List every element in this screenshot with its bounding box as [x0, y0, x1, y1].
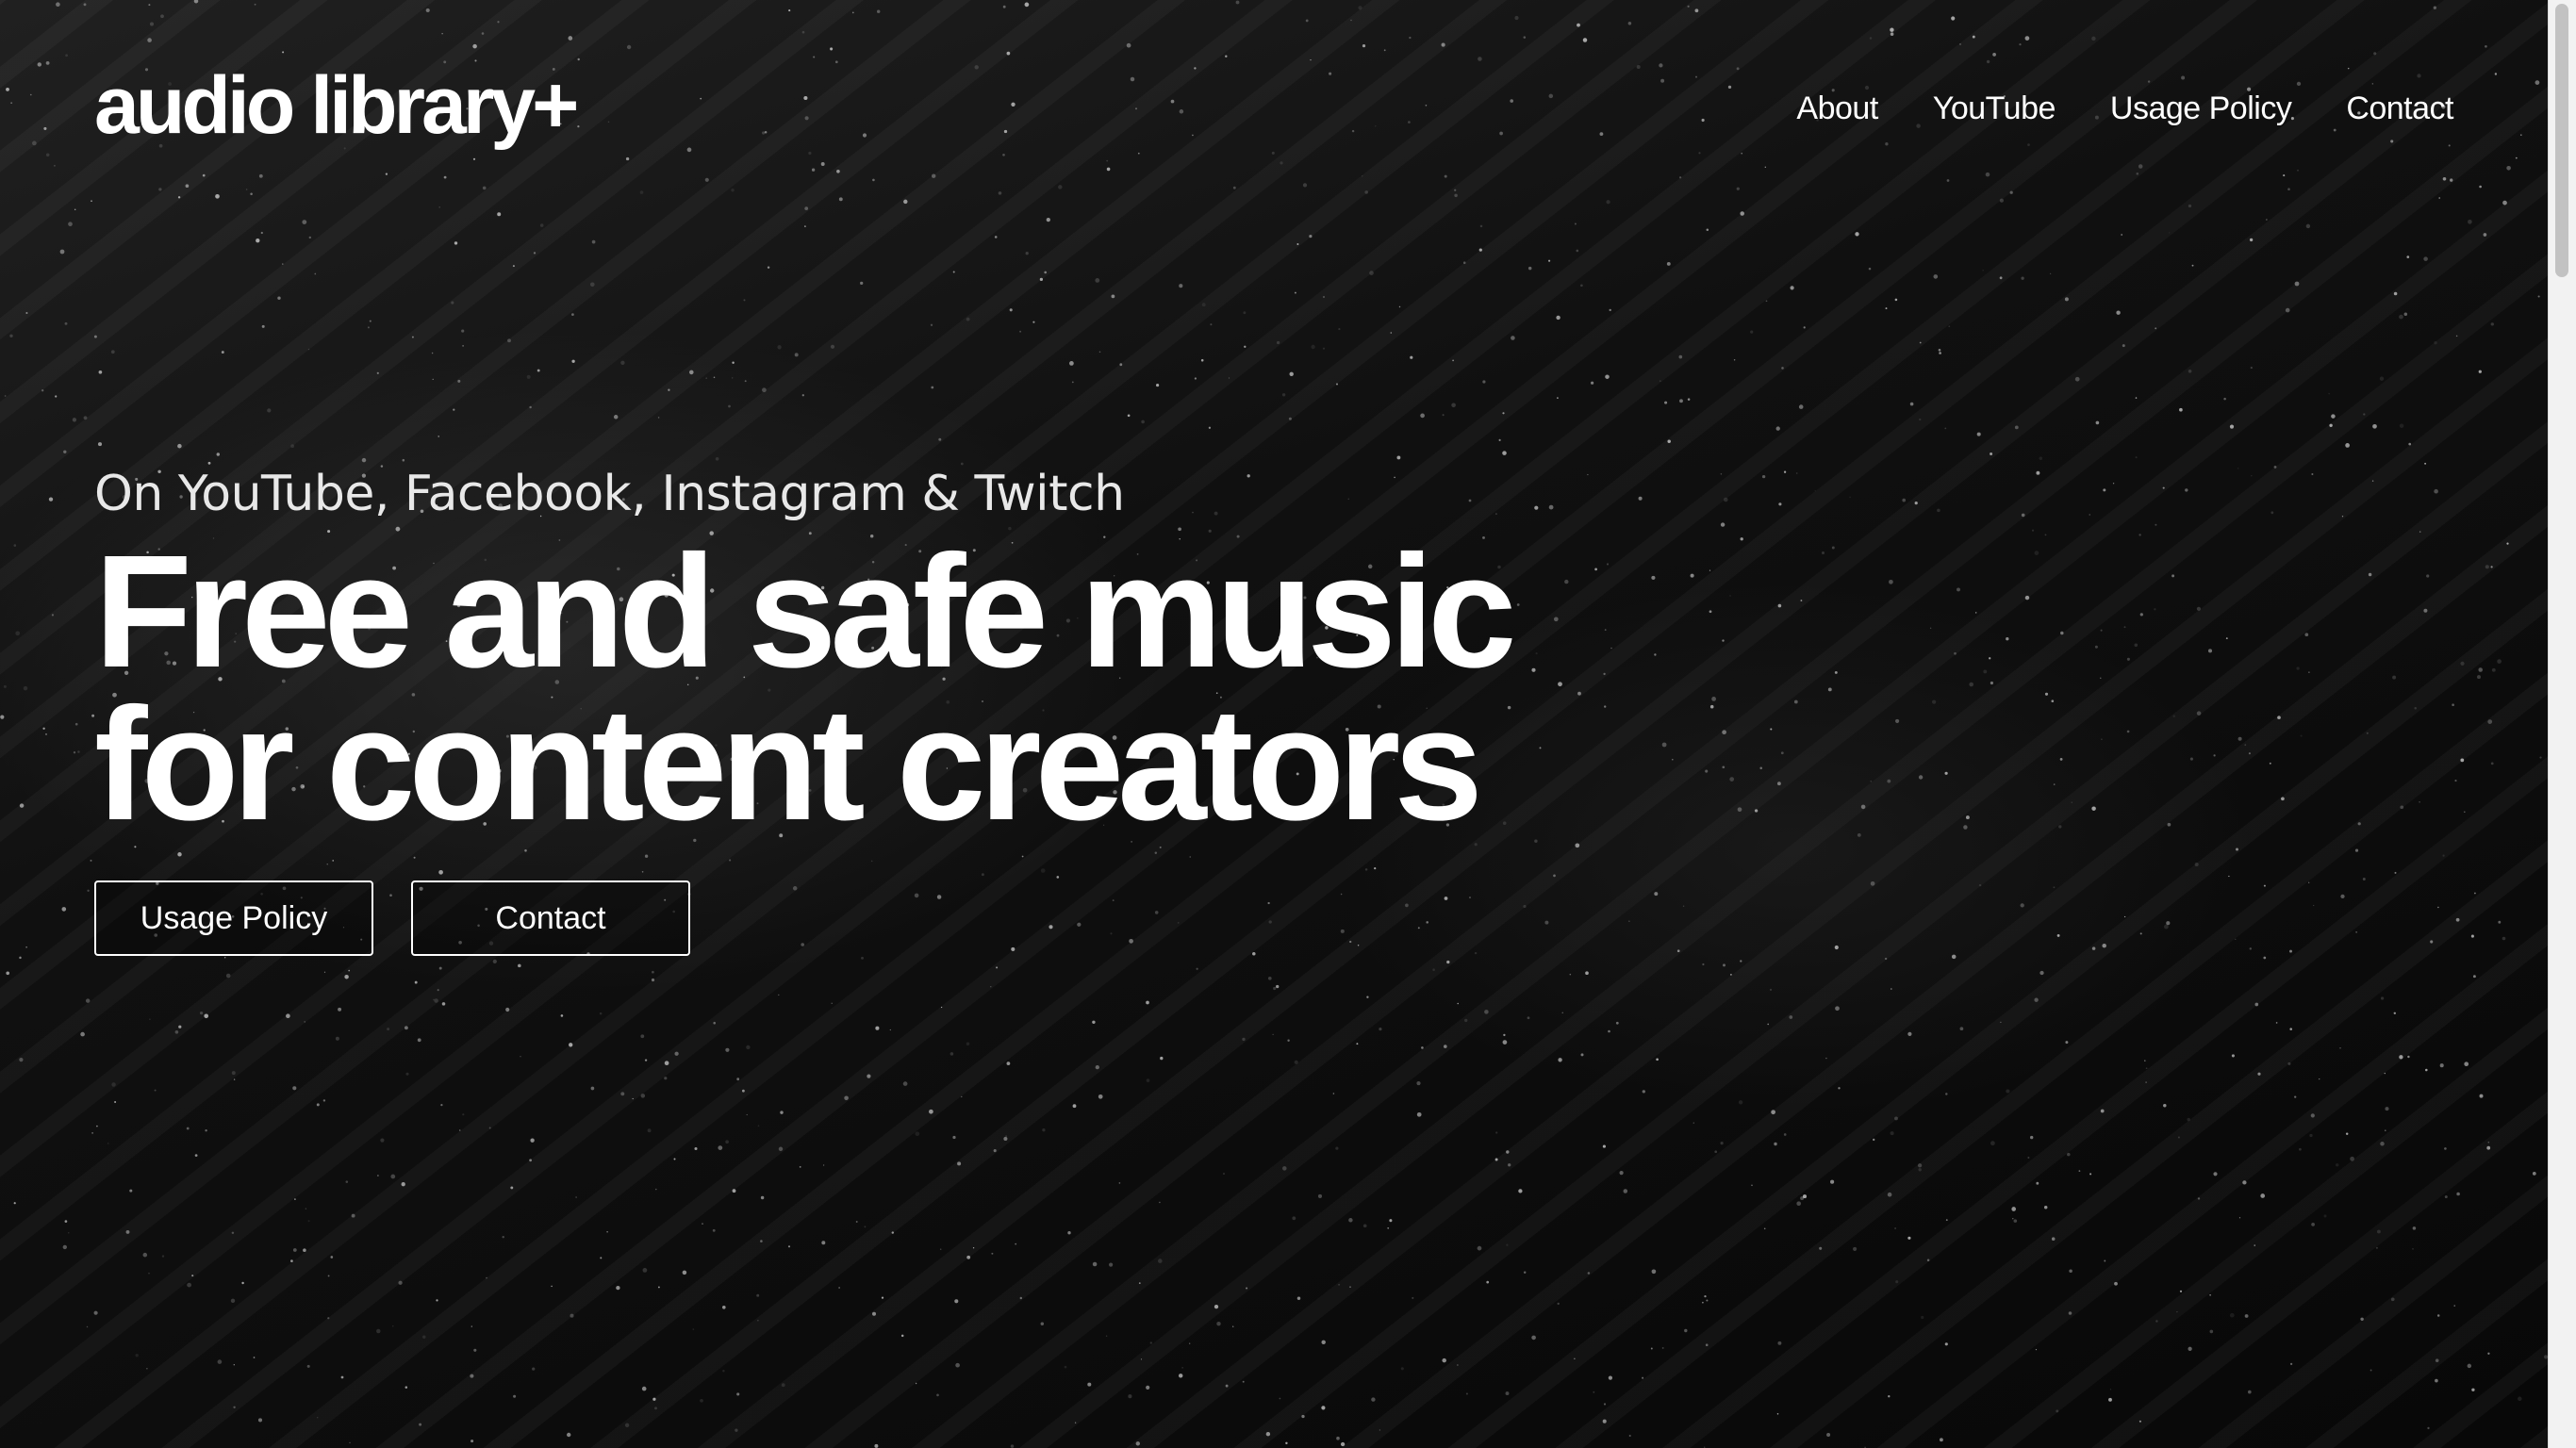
hero-headline: Free and safe music for content creators: [94, 522, 1517, 854]
hero-subtitle: On YouTube, Facebook, Instagram & Twitch: [94, 466, 1125, 522]
nav-link-about[interactable]: About: [1796, 90, 1878, 127]
main-nav: About YouTube Usage Policy Contact: [1796, 90, 2453, 127]
site-logo[interactable]: audio library+: [94, 58, 579, 153]
nav-link-youtube[interactable]: YouTube: [1933, 90, 2056, 127]
hero-buttons: Usage Policy Contact: [94, 880, 1697, 956]
scrollbar-thumb[interactable]: [2555, 4, 2568, 277]
hero-background: audio library+ About YouTube Usage Polic…: [0, 0, 2548, 1448]
hero-section: On YouTube, Facebook, Instagram & Twitch…: [94, 460, 1697, 956]
nav-link-contact[interactable]: Contact: [2346, 90, 2453, 127]
page-scrollbar[interactable]: [2548, 0, 2576, 1448]
nav-link-usage-policy[interactable]: Usage Policy: [2110, 90, 2292, 127]
usage-policy-button[interactable]: Usage Policy: [94, 880, 373, 956]
contact-button[interactable]: Contact: [411, 880, 690, 956]
